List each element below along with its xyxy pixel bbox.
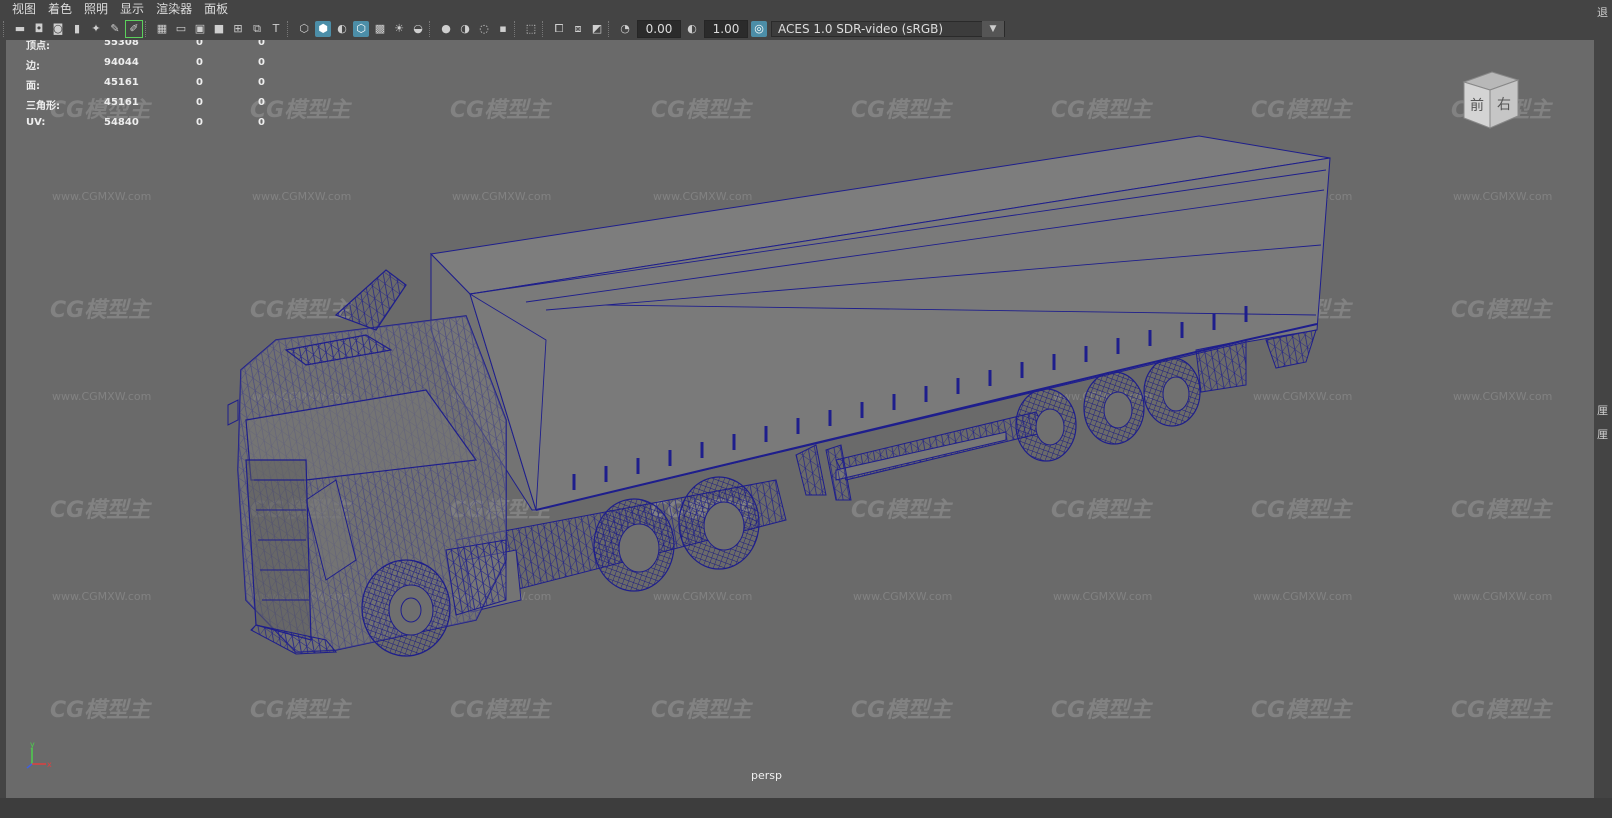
colorspace-label: ACES 1.0 SDR-video (sRGB) [778, 22, 944, 36]
bottom-strip [0, 798, 1612, 818]
menu-lighting[interactable]: 照明 [78, 0, 114, 18]
menu-show[interactable]: 显示 [114, 0, 150, 18]
field-chart-icon[interactable]: ⊞ [230, 21, 246, 37]
viewcube-icon[interactable]: 前 右 [1456, 66, 1524, 134]
exposure-icon[interactable]: ◔ [617, 21, 633, 37]
film-gate-icon[interactable]: ▭ [173, 21, 189, 37]
xray-active-icon[interactable]: ⧈ [570, 21, 586, 37]
right-panel-text: 厘 [1597, 404, 1608, 417]
image-plane-icon[interactable]: ▮ [69, 21, 85, 37]
bookmark-icon[interactable]: ◙ [50, 21, 66, 37]
motion-blur-icon[interactable]: ◑ [457, 21, 473, 37]
right-panel-text: 退 [1597, 6, 1608, 19]
camera-name-label: persp [751, 769, 782, 782]
resolution-gate-icon[interactable]: ▣ [192, 21, 208, 37]
lights-icon[interactable]: ☀ [391, 21, 407, 37]
tractor-front-wheel [361, 559, 451, 657]
gate-mask-icon[interactable]: ■ [211, 21, 227, 37]
isolate-select-icon[interactable]: ⬚ [523, 21, 539, 37]
pencil-icon[interactable]: ✐ [125, 20, 143, 38]
panel-toolbar: ▬ ◘ ◙ ▮ ✦ ✎ ✐ ▦ ▭ ▣ ■ ⊞ ⧉ T ⬡ ⬢ ◐ ⬡ ▩ ☀ … [0, 18, 1612, 40]
menu-renderer[interactable]: 渲染器 [150, 0, 198, 18]
perspective-viewport[interactable]: CG模型主 CG模型主 CG模型主 CG模型主 CG模型主 CG模型主 CG模型主 CG模型主… [6, 40, 1594, 798]
xray-icon[interactable]: ▩ [372, 21, 388, 37]
right-edge-panel: 退 厘 厘 [1594, 0, 1612, 818]
gamma-field[interactable]: 1.00 [704, 20, 748, 38]
safe-title-icon[interactable]: T [268, 21, 284, 37]
safe-action-icon[interactable]: ⧉ [249, 21, 265, 37]
toolbar-handle[interactable] [3, 21, 6, 37]
shadows-icon[interactable]: ◒ [410, 21, 426, 37]
2d-pan-icon[interactable]: ✦ [88, 21, 104, 37]
panel-menu-bar: 视图 着色 照明 显示 渲染器 面板 [0, 0, 1612, 18]
xray-joints-icon[interactable]: ⧠ [551, 21, 567, 37]
gamma-icon[interactable]: ◐ [684, 21, 700, 37]
depth-of-field-icon[interactable]: ▪ [495, 21, 511, 37]
wireframe-icon[interactable]: ⬡ [296, 21, 312, 37]
right-panel-text: 厘 [1597, 428, 1608, 441]
colorspace-dropdown[interactable]: ACES 1.0 SDR-video (sRGB) ▼ [771, 21, 1005, 37]
maya-window: 视图 着色 照明 显示 渲染器 面板 ▬ ◘ ◙ ▮ ✦ ✎ ✐ ▦ ▭ ▣ ■… [0, 0, 1612, 818]
menu-shading[interactable]: 着色 [42, 0, 78, 18]
wireframe-on-shaded-icon[interactable]: ⬡ [353, 21, 369, 37]
menu-view[interactable]: 视图 [0, 0, 42, 18]
menu-panels[interactable]: 面板 [198, 0, 234, 18]
ambient-occlusion-icon[interactable]: ● [438, 21, 454, 37]
camera-attributes-icon[interactable]: ◘ [31, 21, 47, 37]
chevron-down-icon[interactable]: ▼ [982, 21, 1004, 37]
smooth-shade-icon[interactable]: ⬢ [315, 21, 331, 37]
grid-icon[interactable]: ▦ [154, 21, 170, 37]
default-material-icon[interactable]: ◐ [334, 21, 350, 37]
viewcube-front-label[interactable]: 前 [1470, 97, 1484, 114]
grease-pencil-icon[interactable]: ✎ [107, 21, 123, 37]
camera-icon[interactable]: ▬ [12, 21, 28, 37]
backface-icon[interactable]: ◩ [589, 21, 605, 37]
axis-x-label: x [47, 760, 52, 769]
color-management-icon[interactable]: ◎ [751, 21, 767, 37]
axis-y-label: y [30, 740, 35, 749]
exposure-field[interactable]: 0.00 [637, 20, 681, 38]
axis-gizmo-icon: y x [26, 740, 52, 769]
truck-wireframe-model[interactable] [6, 40, 1594, 798]
anti-alias-icon[interactable]: ◌ [476, 21, 492, 37]
viewcube-right-label[interactable]: 右 [1497, 97, 1511, 113]
